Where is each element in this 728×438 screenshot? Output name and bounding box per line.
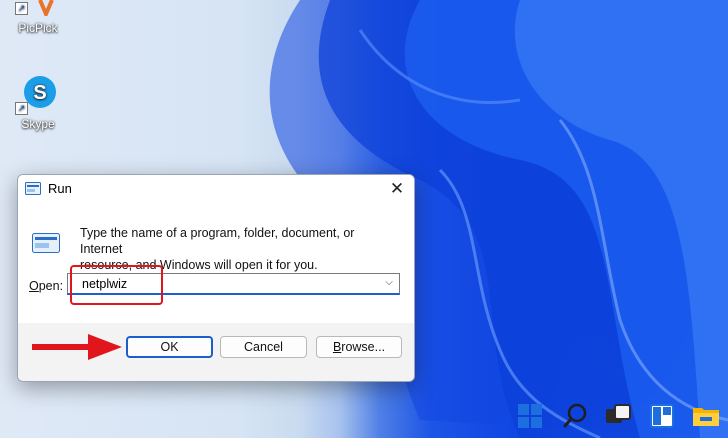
desktop-icon-skype[interactable]: S ↗ Skype (8, 72, 68, 131)
task-view-icon (606, 404, 631, 423)
file-explorer-icon (693, 408, 719, 426)
task-view-button[interactable] (602, 400, 634, 432)
desktop-icon-picpick[interactable]: ↗ PicPick (8, 0, 68, 35)
annotation-highlight-box (70, 265, 163, 305)
search-button[interactable] (560, 400, 592, 432)
file-explorer-button[interactable] (690, 400, 722, 432)
shortcut-arrow-icon: ↗ (15, 2, 28, 15)
browse-button[interactable]: Browse... (316, 336, 402, 358)
run-app-icon (25, 182, 41, 195)
close-icon: ✕ (389, 179, 405, 198)
open-label-rest: pen: (38, 279, 64, 293)
browse-label-rest: rowse... (341, 340, 386, 354)
close-button[interactable]: ✕ (380, 175, 414, 203)
cancel-button[interactable]: Cancel (220, 336, 307, 358)
search-icon (563, 403, 587, 428)
open-label-accesskey: O (29, 279, 39, 293)
desktop-icon-label: Skype (21, 117, 55, 131)
run-program-icon (32, 233, 60, 253)
dropdown-button[interactable]: ⌵ (383, 277, 395, 289)
dialog-title: Run (48, 181, 72, 196)
svg-text:S: S (33, 82, 46, 104)
start-icon (518, 404, 542, 428)
widgets-icon (650, 404, 674, 428)
widgets-button[interactable] (646, 400, 678, 432)
chevron-down-icon: ⌵ (385, 277, 393, 288)
instruction-line-1: Type the name of a program, folder, docu… (80, 226, 355, 256)
annotation-arrow-icon (32, 334, 122, 360)
start-button[interactable] (514, 400, 546, 432)
desktop-icon-label: PicPick (18, 21, 58, 35)
shortcut-arrow-icon: ↗ (15, 102, 28, 115)
dialog-titlebar[interactable]: Run ✕ (18, 175, 414, 203)
ok-button[interactable]: OK (126, 336, 213, 358)
dialog-body: Type the name of a program, folder, docu… (18, 203, 414, 323)
open-label: Open: (29, 279, 63, 293)
